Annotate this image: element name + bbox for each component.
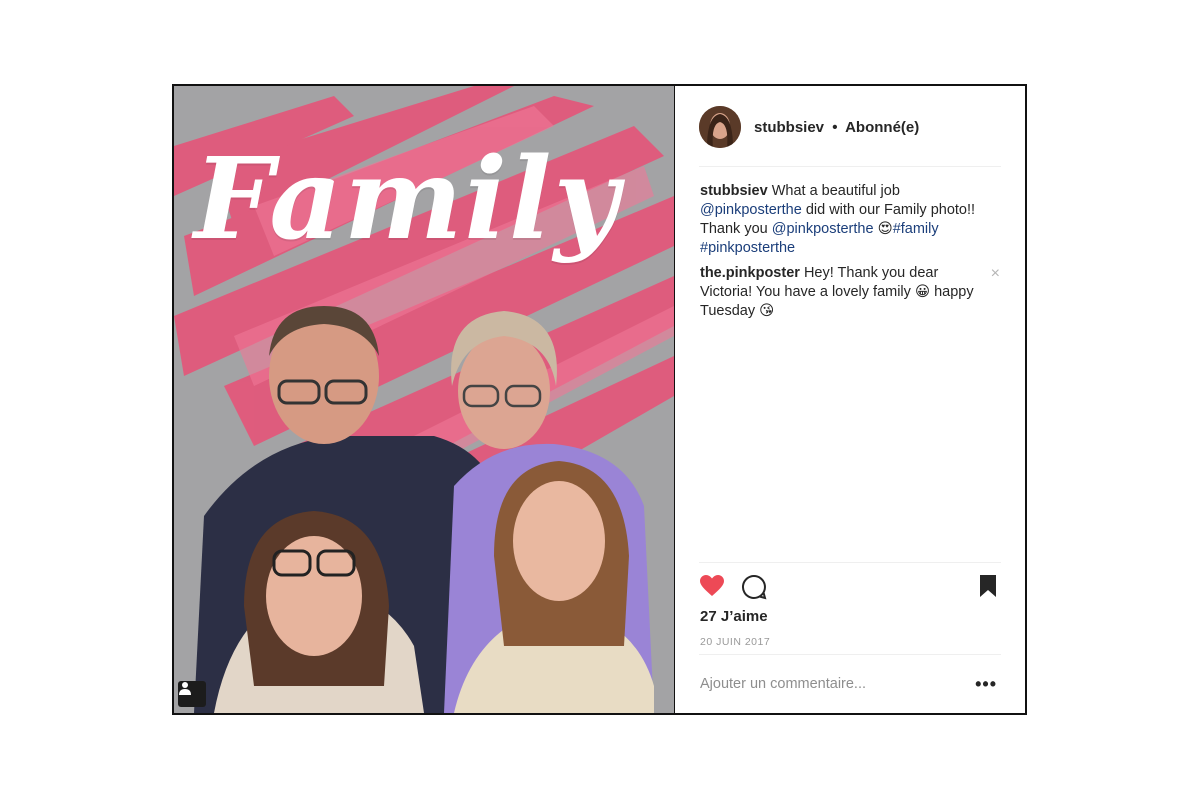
comment-icon[interactable] [741,574,767,600]
kiss-emoji: 😘 [759,303,775,319]
more-options-icon[interactable]: ••• [975,674,997,695]
comment-username[interactable]: the.pinkposter [700,265,800,281]
header-divider [699,166,1001,167]
user-tag-icon [179,682,191,695]
post-date: 20 JUIN 2017 [700,636,771,648]
comment-username[interactable]: stubbsiev [700,183,768,199]
header-separator: • [832,118,838,136]
heart-icon[interactable] [699,574,725,598]
mention-link[interactable]: @pinkposterthe [700,202,802,218]
comments-list: stubbsiev What a beautiful job @pinkpost… [700,182,1000,327]
heart-eyes-emoji: 😍 [877,221,893,237]
family-overlay-text: Family [194,134,621,265]
comment-divider [699,654,1001,655]
avatar[interactable] [699,106,741,148]
grinning-emoji: 😀 [914,284,931,300]
user-tag-button[interactable] [178,681,206,707]
follow-status[interactable]: Abonné(e) [845,119,919,136]
comment-reply: the.pinkposter Hey! Thank you dear Victo… [700,264,1000,321]
mention-link[interactable]: @pinkposterthe [772,221,874,237]
comment-text: What a beautiful job [771,183,900,199]
hashtag-link[interactable]: #pinkposterthe [700,240,795,256]
post-side-panel: stubbsiev • Abonné(e) stubbsiev What a b… [675,86,1025,713]
header-username[interactable]: stubbsiev [754,119,824,136]
comment-caption: stubbsiev What a beautiful job @pinkpost… [700,182,1000,258]
bookmark-icon[interactable] [979,574,997,598]
post-photo[interactable]: Family [174,86,674,713]
hashtag-link[interactable]: #family [893,221,939,237]
close-icon[interactable]: × [991,264,1000,283]
add-comment-input[interactable]: Ajouter un commentaire... [700,676,866,692]
post-header: stubbsiev • Abonné(e) [699,104,1001,150]
actions-divider [699,562,1001,563]
likes-count[interactable]: 27 J’aime [700,608,768,625]
post-actions [699,572,1001,602]
